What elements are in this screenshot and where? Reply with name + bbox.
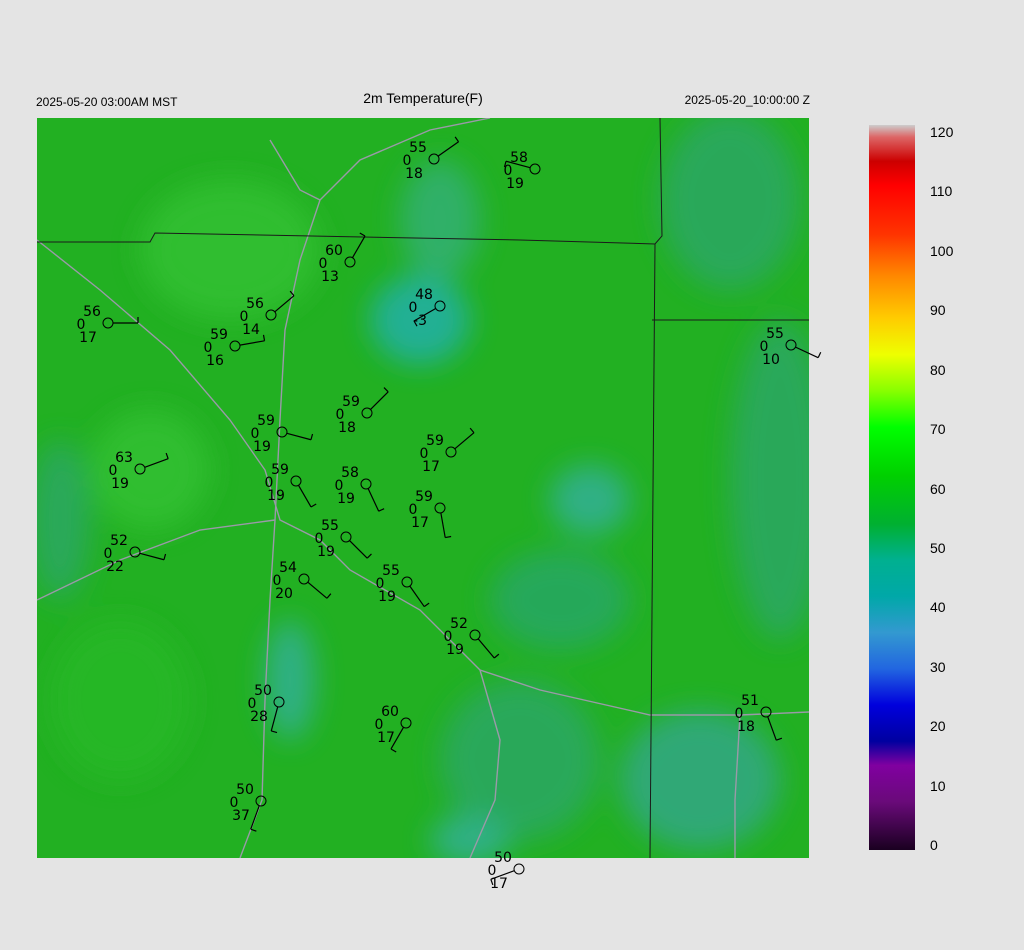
- colorbar-tick-label: 40: [930, 599, 946, 616]
- station-temperature: 50: [254, 683, 272, 699]
- station-dewpoint: 19: [337, 491, 355, 507]
- station-temperature: 50: [236, 782, 254, 798]
- station-dewpoint: 19: [378, 589, 396, 605]
- station-temperature: 50: [494, 850, 512, 866]
- colorbar-tick-label: 20: [930, 718, 946, 735]
- station-dewpoint: 18: [737, 719, 755, 735]
- station-temperature: 52: [450, 616, 468, 632]
- station-dewpoint: 19: [267, 488, 285, 504]
- station-temperature: 55: [321, 518, 339, 534]
- temperature-field: [37, 118, 809, 858]
- station-temperature: 59: [271, 462, 289, 478]
- colorbar-tick-label: 60: [930, 480, 946, 497]
- station-dewpoint: 10: [762, 352, 780, 368]
- station-dewpoint: 14: [242, 322, 260, 338]
- station-dewpoint: 19: [111, 476, 129, 492]
- station-temperature: 56: [246, 296, 264, 312]
- colorbar-tick-label: 90: [930, 302, 946, 319]
- station-dewpoint: 19: [446, 642, 464, 658]
- station-temperature: 55: [382, 563, 400, 579]
- colorbar-tick-label: 80: [930, 361, 946, 378]
- station-temperature: 59: [415, 489, 433, 505]
- station-temperature: 59: [257, 413, 275, 429]
- station-temperature: 60: [325, 243, 343, 259]
- station-dewpoint: -3: [413, 313, 427, 329]
- station-dewpoint: 13: [321, 269, 339, 285]
- station-dewpoint: 16: [206, 353, 224, 369]
- colorbar-tick-label: 100: [930, 242, 954, 259]
- station-dewpoint: 19: [253, 439, 271, 455]
- station-dewpoint: 17: [377, 730, 395, 746]
- station-dewpoint: 37: [232, 808, 250, 824]
- station-temperature: 58: [510, 150, 528, 166]
- colorbar-gradient: [869, 125, 915, 850]
- station-temperature: 51: [741, 693, 759, 709]
- station-temperature: 60: [381, 704, 399, 720]
- station-dewpoint: 18: [405, 166, 423, 182]
- station-dewpoint: 28: [250, 709, 268, 725]
- station-dewpoint: 19: [506, 176, 524, 192]
- station-dewpoint: 17: [79, 330, 97, 346]
- colorbar-tick-label: 110: [930, 183, 953, 200]
- station-temperature: 58: [341, 465, 359, 481]
- station-dewpoint: 17: [411, 515, 429, 531]
- station-temperature: 63: [115, 450, 133, 466]
- wind-barb-flag: [817, 351, 822, 358]
- station-temperature: 52: [110, 533, 128, 549]
- station-circle: [513, 863, 525, 875]
- station-temperature: 56: [83, 304, 101, 320]
- station-dewpoint: 17: [422, 459, 440, 475]
- colorbar-tick-label: 30: [930, 658, 946, 675]
- station-temperature: 54: [279, 560, 297, 576]
- station-temperature: 59: [342, 394, 360, 410]
- station-dewpoint: 19: [317, 544, 335, 560]
- colorbar-tick-label: 10: [930, 777, 946, 794]
- station-temperature: 48: [415, 287, 433, 303]
- colorbar-tick-label: 70: [930, 421, 946, 438]
- station-dewpoint: 17: [490, 876, 508, 892]
- station-temperature: 55: [766, 326, 784, 342]
- station-dewpoint: 22: [106, 559, 124, 575]
- station-dewpoint: 18: [338, 420, 356, 436]
- station-temperature: 59: [210, 327, 228, 343]
- station-temperature: 59: [426, 433, 444, 449]
- temperature-colorbar: [869, 125, 915, 850]
- colorbar-tick-label: 120: [930, 124, 954, 140]
- station-temperature: 55: [409, 140, 427, 156]
- colorbar-tick-label: 0: [930, 837, 938, 853]
- station-dewpoint: 20: [275, 586, 293, 602]
- colorbar-tick-label: 50: [930, 539, 946, 556]
